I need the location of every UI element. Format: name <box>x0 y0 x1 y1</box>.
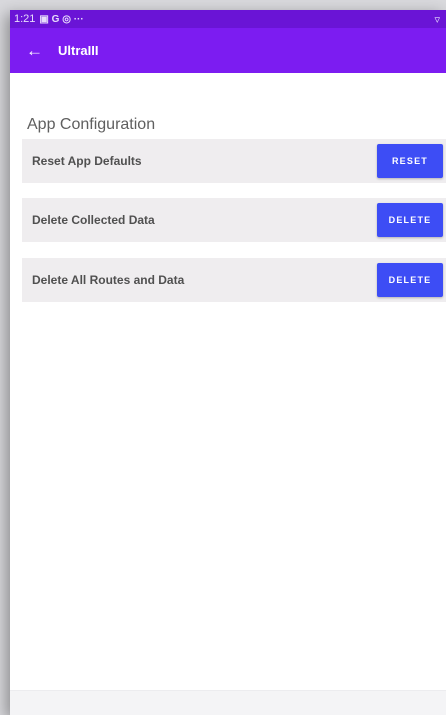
setting-label: Reset App Defaults <box>32 154 142 168</box>
wifi-icon: ▿ <box>434 13 440 26</box>
section-title: App Configuration <box>27 116 156 133</box>
notification-icons: ▣ G ◎ ··· <box>39 13 84 25</box>
app-bar: ← UltraIII <box>10 28 446 73</box>
bottom-nav-area <box>10 690 446 715</box>
status-time: 1:21 <box>14 13 36 25</box>
reset-button[interactable]: RESET <box>377 144 443 178</box>
back-arrow-icon[interactable]: ← <box>26 41 54 61</box>
setting-row-delete-collected-data: Delete Collected Data DELETE <box>22 198 446 242</box>
status-bar: 1:21 ▣ G ◎ ··· ▿ <box>10 10 446 28</box>
setting-label: Delete Collected Data <box>32 213 155 227</box>
settings-content: App Configuration <box>10 116 446 136</box>
setting-row-reset-defaults: Reset App Defaults RESET <box>22 139 446 183</box>
app-title: UltraIII <box>58 43 99 58</box>
setting-label: Delete All Routes and Data <box>32 273 185 287</box>
setting-row-delete-all-routes: Delete All Routes and Data DELETE <box>22 258 446 302</box>
delete-collected-data-button[interactable]: DELETE <box>377 203 443 237</box>
device-screen: 1:21 ▣ G ◎ ··· ▿ ← UltraIII App Configur… <box>10 10 446 715</box>
delete-all-routes-button[interactable]: DELETE <box>377 263 443 297</box>
